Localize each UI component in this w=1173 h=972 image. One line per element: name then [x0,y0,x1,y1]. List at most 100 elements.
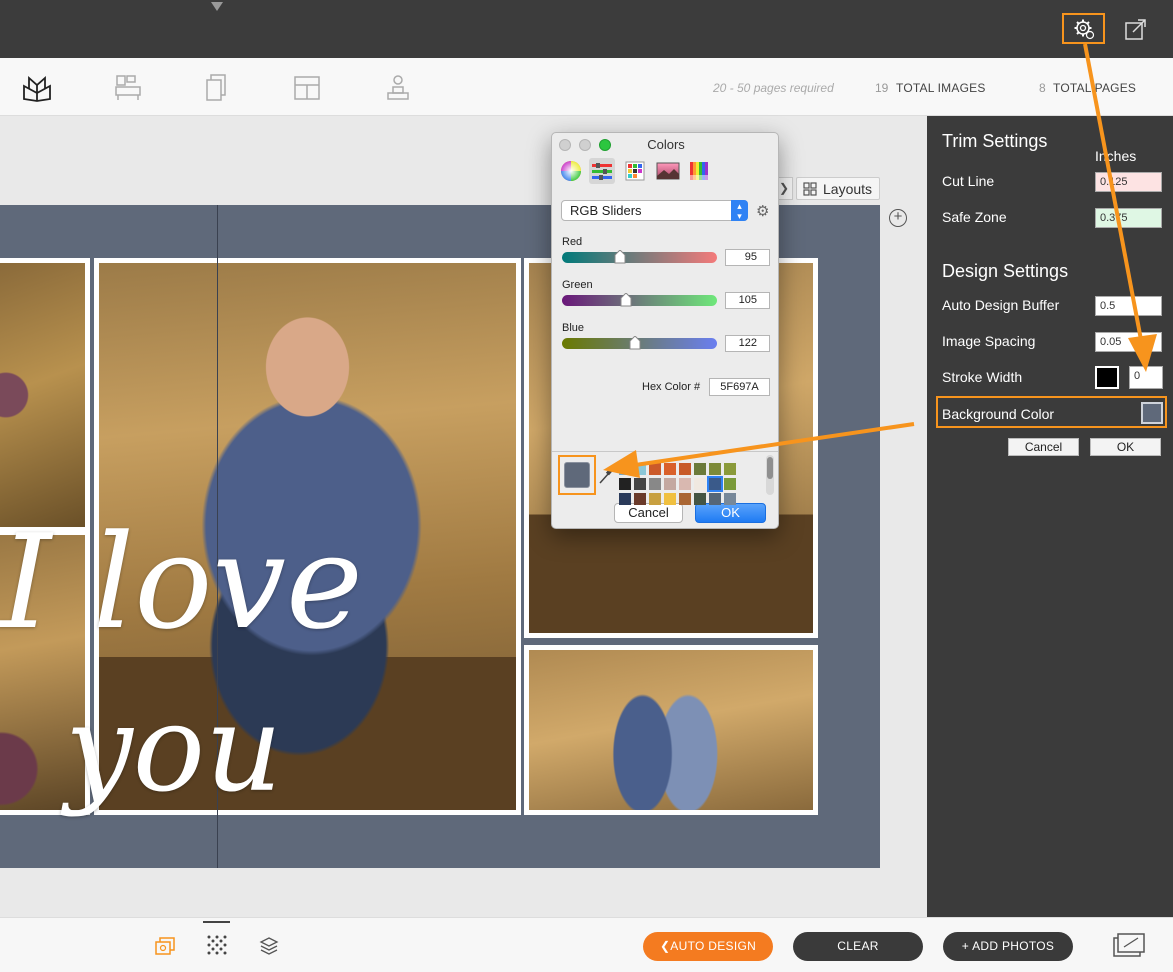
bottom-bar: ❮AUTO DESIGN CLEAR + ADD PHOTOS [0,917,1173,972]
stroke-color-swatch[interactable] [1095,366,1119,389]
panel-ok-button[interactable]: OK [1090,438,1161,456]
color-swatch[interactable] [694,493,706,505]
auto-design-buffer-field[interactable]: 0.5 [1095,296,1162,316]
image-palettes-tab[interactable] [655,158,681,184]
background-color-swatch[interactable] [1141,402,1163,424]
photo-image [0,263,85,527]
color-swatch[interactable] [634,493,646,505]
color-swatch[interactable] [664,463,676,475]
book-open-icon[interactable] [21,73,53,103]
palettes-tab[interactable] [622,158,648,184]
red-slider-thumb[interactable] [614,250,626,264]
stroke-width-field[interactable]: 0 [1129,366,1163,389]
color-swatch[interactable] [619,493,631,505]
pencils-tab[interactable] [687,158,713,184]
current-color-well[interactable] [558,455,596,495]
panel-cancel-button[interactable]: Cancel [1008,438,1079,456]
picker-cancel-button[interactable]: Cancel [614,503,683,523]
layouts-label: Layouts [823,180,873,197]
image-spacing-field[interactable]: 0.05 [1095,332,1162,352]
color-swatch[interactable] [649,478,661,490]
fullscreen-preview-icon[interactable] [1112,932,1146,963]
photo-frame[interactable] [524,645,818,815]
image-palette-icon [656,162,680,180]
total-images-count: 19 [875,81,889,95]
popout-button[interactable] [1124,17,1148,41]
color-swatch[interactable] [709,493,721,505]
color-mode-select[interactable]: RGB Sliders ▴ ▾ [561,200,748,221]
total-pages-count: 8 [1039,81,1046,95]
color-swatch[interactable] [679,463,691,475]
grid-icon [803,181,817,196]
dropdown-caret-icon[interactable] [211,2,223,11]
hex-color-label: Hex Color # [642,381,701,393]
external-link-icon [1125,19,1146,40]
overlay-text-i-love[interactable]: I love [0,517,363,647]
color-swatch[interactable] [679,478,691,490]
picker-ok-button[interactable]: OK [695,503,766,523]
color-wheel-tab[interactable] [558,158,584,184]
color-swatch[interactable] [694,463,706,475]
color-swatch[interactable] [724,478,736,490]
photo-frame[interactable] [0,258,90,532]
color-swatch[interactable] [664,493,676,505]
overlay-text-you[interactable]: you [65,690,282,810]
cut-line-field[interactable]: 0.125 [1095,172,1162,192]
color-swatch[interactable] [664,478,676,490]
eyedropper-icon[interactable] [598,467,614,490]
design-settings-heading: Design Settings [942,261,1069,281]
pencils-icon [690,162,708,180]
auto-design-button[interactable]: ❮AUTO DESIGN [643,932,773,961]
top-bar [0,0,1173,58]
color-swatch[interactable] [724,493,736,505]
furniture-icon[interactable] [113,73,145,103]
red-value-field[interactable]: 95 [725,249,770,266]
color-swatch[interactable] [649,463,661,475]
color-mode-value: RGB Sliders [570,203,642,218]
clear-button[interactable]: CLEAR [793,932,923,961]
photos-stack-icon[interactable] [154,936,176,961]
gear-icon[interactable]: ⚙ [756,202,769,220]
color-swatch[interactable] [679,493,691,505]
color-swatch[interactable] [619,463,631,475]
active-tab-indicator [203,921,230,923]
design-workspace: ❯ Layouts + I love you [0,116,927,917]
blue-slider-thumb[interactable] [629,336,641,350]
color-swatch[interactable] [709,463,721,475]
green-slider[interactable] [562,295,717,306]
pages-icon[interactable] [201,73,233,103]
safe-zone-label: Safe Zone [942,209,1007,225]
green-value-field[interactable]: 105 [725,292,770,309]
color-wheel-icon [561,161,581,181]
color-swatch[interactable] [707,476,723,492]
sliders-tab[interactable] [589,158,615,184]
pages-required-text: 20 - 50 pages required [713,81,834,95]
settings-button[interactable] [1062,13,1105,44]
color-swatch[interactable] [694,478,706,490]
safe-zone-field[interactable]: 0.375 [1095,208,1162,228]
add-photos-button[interactable]: + ADD PHOTOS [943,932,1073,961]
blue-label: Blue [562,322,585,334]
stroke-width-label: Stroke Width [942,369,1023,385]
hex-color-field[interactable]: 5F697A [709,378,770,396]
color-swatch[interactable] [649,493,661,505]
green-slider-thumb[interactable] [620,293,632,307]
blue-value-field[interactable]: 122 [725,335,770,352]
color-swatch[interactable] [634,463,646,475]
layout-icon[interactable] [291,73,323,103]
pattern-icon[interactable] [206,934,228,961]
settings-panel: Trim Settings Inches Cut Line 0.125 Safe… [927,116,1173,917]
layers-icon[interactable] [259,936,279,961]
background-color-label: Background Color [942,406,1055,422]
layouts-button[interactable]: Layouts [796,177,880,200]
swatch-scrollbar-thumb[interactable] [767,457,773,479]
color-swatch[interactable] [619,478,631,490]
green-label: Green [562,279,593,291]
color-swatch[interactable] [724,463,736,475]
stamp-icon[interactable] [383,73,415,103]
add-page-button[interactable]: + [889,209,907,227]
red-slider[interactable] [562,252,717,263]
photo-image [529,650,813,810]
palette-icon [625,161,645,181]
color-swatch[interactable] [634,478,646,490]
